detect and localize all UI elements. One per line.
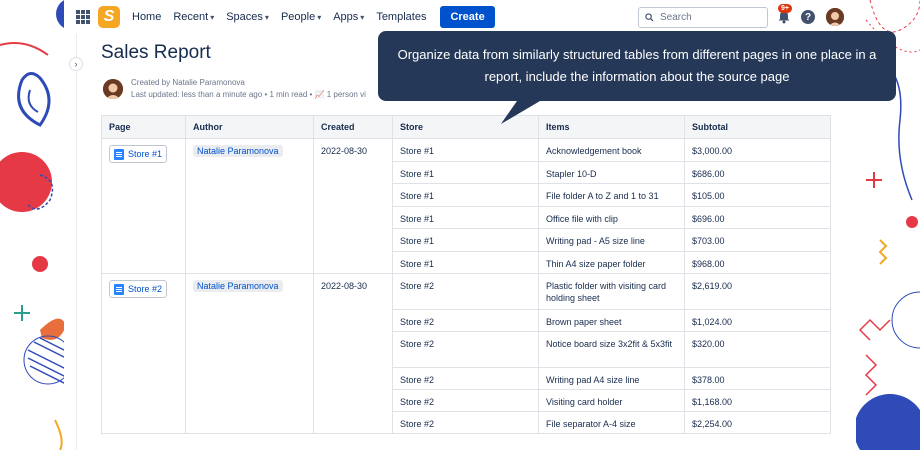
item-cell: Office file with clip [538, 206, 685, 229]
subtotal-cell: $320.00 [684, 331, 831, 368]
store-cell: Store #1 [392, 161, 539, 184]
item-cell: Notice board size 3x2fit & 5x3fit [538, 331, 685, 368]
table-header-row: Page Author Created Store Items Subtotal [101, 115, 831, 139]
chevron-down-icon: ▾ [264, 12, 269, 22]
user-mention[interactable]: Natalie Paramonova [193, 280, 283, 292]
avatar[interactable] [826, 8, 844, 26]
page-icon [114, 283, 124, 295]
column-header[interactable]: Author [185, 115, 314, 139]
created-cell: 2022-08-30 [313, 273, 393, 434]
nav-templates[interactable]: Templates [376, 11, 426, 23]
last-updated[interactable]: Last updated: less than a minute ago [131, 90, 262, 99]
item-cell: Brown paper sheet [538, 309, 685, 332]
subtotal-cell: $968.00 [684, 251, 831, 274]
item-cell: Acknowledgement book [538, 138, 685, 162]
subtotal-cell: $2,254.00 [684, 411, 831, 434]
item-cell: Plastic folder with visiting card holdin… [538, 273, 685, 310]
notification-badge: 9+ [778, 4, 792, 13]
tooltip-callout: Organize data from similarly structured … [378, 31, 896, 101]
store-cell: Store #1 [392, 228, 539, 252]
chevron-down-icon: ▾ [210, 12, 215, 22]
subtotal-cell: $1,024.00 [684, 309, 831, 332]
subtotal-cell: $703.00 [684, 228, 831, 252]
column-header[interactable]: Items [538, 115, 685, 139]
page-icon [114, 148, 124, 160]
item-cell: File separator A-4 size [538, 411, 685, 434]
report-table: Page Author Created Store Items Subtotal… [101, 115, 831, 434]
subtotal-cell: $1,168.00 [684, 389, 831, 412]
column-header[interactable]: Created [313, 115, 393, 139]
page-meta: Last updated: less than a minute ago • 1… [131, 90, 366, 99]
store-cell: Store #1 [392, 138, 539, 162]
subtotal-cell: $3,000.00 [684, 138, 831, 162]
column-header[interactable]: Subtotal [684, 115, 831, 139]
nav-home[interactable]: Home [132, 11, 161, 23]
store-cell: Store #1 [392, 251, 539, 274]
subtotal-cell: $686.00 [684, 161, 831, 184]
author-cell: Natalie Paramonova [185, 273, 314, 434]
search-icon [645, 13, 654, 22]
created-cell: 2022-08-30 [313, 138, 393, 274]
page-link[interactable]: Store #2 [109, 280, 168, 298]
page-title: Sales Report [101, 42, 211, 63]
author-cell: Natalie Paramonova [185, 138, 314, 274]
analytics-icon: 📈 [314, 90, 325, 99]
item-cell: Visiting card holder [538, 389, 685, 412]
sidebar-collapsed [64, 34, 77, 450]
viewers-count[interactable]: 1 person vi [327, 90, 366, 99]
item-cell: Stapler 10-D [538, 161, 685, 184]
store-cell: Store #1 [392, 206, 539, 229]
author-avatar [103, 79, 123, 99]
tooltip-text: Organize data from similarly structured … [397, 47, 877, 84]
store-cell: Store #2 [392, 389, 539, 412]
search-placeholder: Search [660, 12, 692, 23]
logo[interactable]: S [98, 6, 120, 28]
chevron-down-icon: ▾ [360, 12, 365, 22]
search-input[interactable]: Search [638, 7, 768, 28]
create-button[interactable]: Create [440, 6, 495, 28]
column-header[interactable]: Page [101, 115, 186, 139]
chevron-down-icon: ▾ [317, 12, 322, 22]
subtotal-cell: $378.00 [684, 367, 831, 390]
page-cell: Store #2 [101, 273, 186, 434]
item-cell: Writing pad A4 size line [538, 367, 685, 390]
store-cell: Store #2 [392, 411, 539, 434]
item-cell: File folder A to Z and 1 to 31 [538, 183, 685, 207]
created-by: Created by Natalie Paramonova [131, 78, 245, 87]
store-cell: Store #2 [392, 331, 539, 368]
nav-apps[interactable]: Apps ▾ [333, 11, 364, 23]
page-link-label: Store #1 [128, 149, 163, 159]
read-time: 1 min read [269, 90, 308, 99]
user-mention[interactable]: Natalie Paramonova [193, 145, 283, 157]
nav-recent[interactable]: Recent ▾ [173, 11, 214, 23]
expand-sidebar-button[interactable]: › [69, 57, 83, 71]
store-cell: Store #1 [392, 183, 539, 207]
page-cell: Store #1 [101, 138, 186, 274]
store-cell: Store #2 [392, 367, 539, 390]
app-switcher-icon[interactable] [76, 10, 90, 24]
table-row: Store #2 Natalie Paramonova 2022-08-30 Stor… [101, 273, 831, 434]
table-row: Store #1 Natalie Paramonova 2022-08-30 Stor… [101, 138, 831, 274]
item-cell: Writing pad - A5 size line [538, 228, 685, 252]
subtotal-cell: $105.00 [684, 183, 831, 207]
chevron-right-icon: › [74, 59, 78, 69]
item-cell: Thin A4 size paper folder [538, 251, 685, 274]
page-link-label: Store #2 [128, 284, 163, 294]
help-icon[interactable]: ? [801, 10, 815, 24]
page-link[interactable]: Store #1 [109, 145, 168, 163]
subtotal-cell: $2,619.00 [684, 273, 831, 310]
store-cell: Store #2 [392, 309, 539, 332]
nav-spaces[interactable]: Spaces ▾ [226, 11, 269, 23]
top-navigation: S Home Recent ▾ Spaces ▾ People ▾ Apps ▾ Tem… [64, 0, 856, 34]
nav-people[interactable]: People ▾ [281, 11, 321, 23]
subtotal-cell: $696.00 [684, 206, 831, 229]
store-cell: Store #2 [392, 273, 539, 310]
